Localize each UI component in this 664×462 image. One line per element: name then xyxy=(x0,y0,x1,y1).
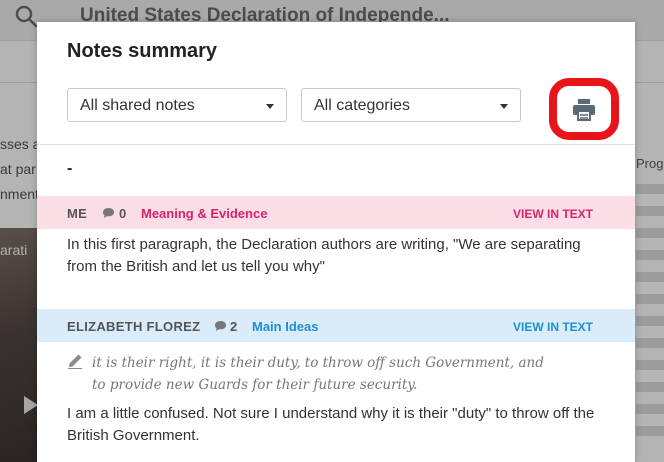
modal-title: Notes summary xyxy=(67,40,218,62)
view-in-text-link[interactable]: VIEW IN TEXT xyxy=(513,207,593,221)
comment-icon xyxy=(215,321,226,331)
comment-icon xyxy=(103,208,114,218)
quoted-text-line: it is their right, it is their duty, to … xyxy=(92,355,544,371)
shared-notes-select[interactable]: All shared notes xyxy=(67,88,287,122)
note-category: Meaning & Evidence xyxy=(141,206,268,221)
note-author: ELIZABETH FLOREZ xyxy=(67,319,201,334)
note-body: I am a little confused. Not sure I under… xyxy=(67,405,595,444)
divider xyxy=(37,144,635,145)
comment-count: 2 xyxy=(230,319,238,334)
section-heading: - xyxy=(67,160,73,177)
quoted-text-line: to provide new Guards for their future s… xyxy=(92,377,418,393)
comment-count: 0 xyxy=(119,206,127,221)
note-category: Main Ideas xyxy=(252,319,319,334)
categories-select-value: All categories xyxy=(314,97,411,114)
note-header: ELIZABETH FLOREZ 2 Main Ideas VIEW IN TE… xyxy=(37,309,635,342)
note-header: ME 0 Meaning & Evidence VIEW IN TEXT xyxy=(37,196,635,229)
note-author: ME xyxy=(67,206,88,221)
pencil-icon xyxy=(68,354,82,369)
chevron-down-icon xyxy=(266,104,274,109)
view-in-text-link[interactable]: VIEW IN TEXT xyxy=(513,320,593,334)
print-button[interactable] xyxy=(549,78,619,140)
notes-summary-modal: Notes summary All shared notes All categ… xyxy=(37,22,635,462)
quoted-text: it is their right, it is their duty, to … xyxy=(92,352,562,396)
printer-icon xyxy=(573,99,595,121)
categories-select[interactable]: All categories xyxy=(301,88,521,122)
chevron-down-icon xyxy=(500,104,508,109)
shared-notes-select-value: All shared notes xyxy=(80,97,195,114)
note-body: In this first paragraph, the Declaration… xyxy=(67,236,581,275)
